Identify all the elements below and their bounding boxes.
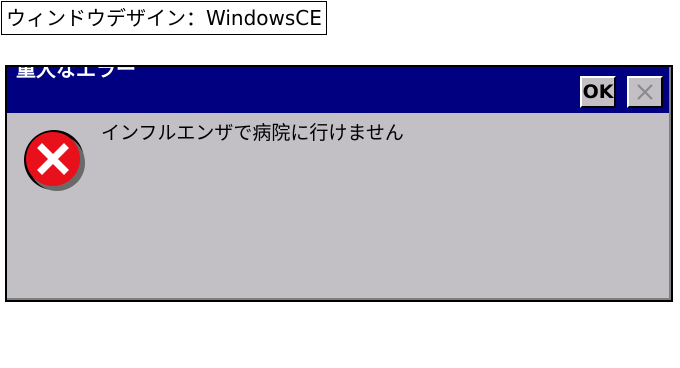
close-button[interactable] (627, 76, 663, 108)
close-icon (637, 84, 653, 100)
dialog-frame: 重大なエラー OK インフルエンザで病院に行けません (7, 67, 671, 300)
error-dialog: 重大なエラー OK インフルエンザで病院に行けません (5, 65, 673, 302)
error-icon (24, 130, 85, 191)
dialog-title: 重大なエラー (16, 67, 136, 81)
title-bar[interactable]: 重大なエラー OK (7, 67, 669, 113)
ok-button-label: OK (582, 81, 614, 103)
dialog-body: インフルエンザで病院に行けません (7, 113, 669, 298)
error-message: インフルエンザで病院に行けません (101, 122, 404, 144)
page-label: ウィンドウデザイン：WindowsCE (1, 1, 327, 35)
ok-button[interactable]: OK (580, 76, 616, 108)
